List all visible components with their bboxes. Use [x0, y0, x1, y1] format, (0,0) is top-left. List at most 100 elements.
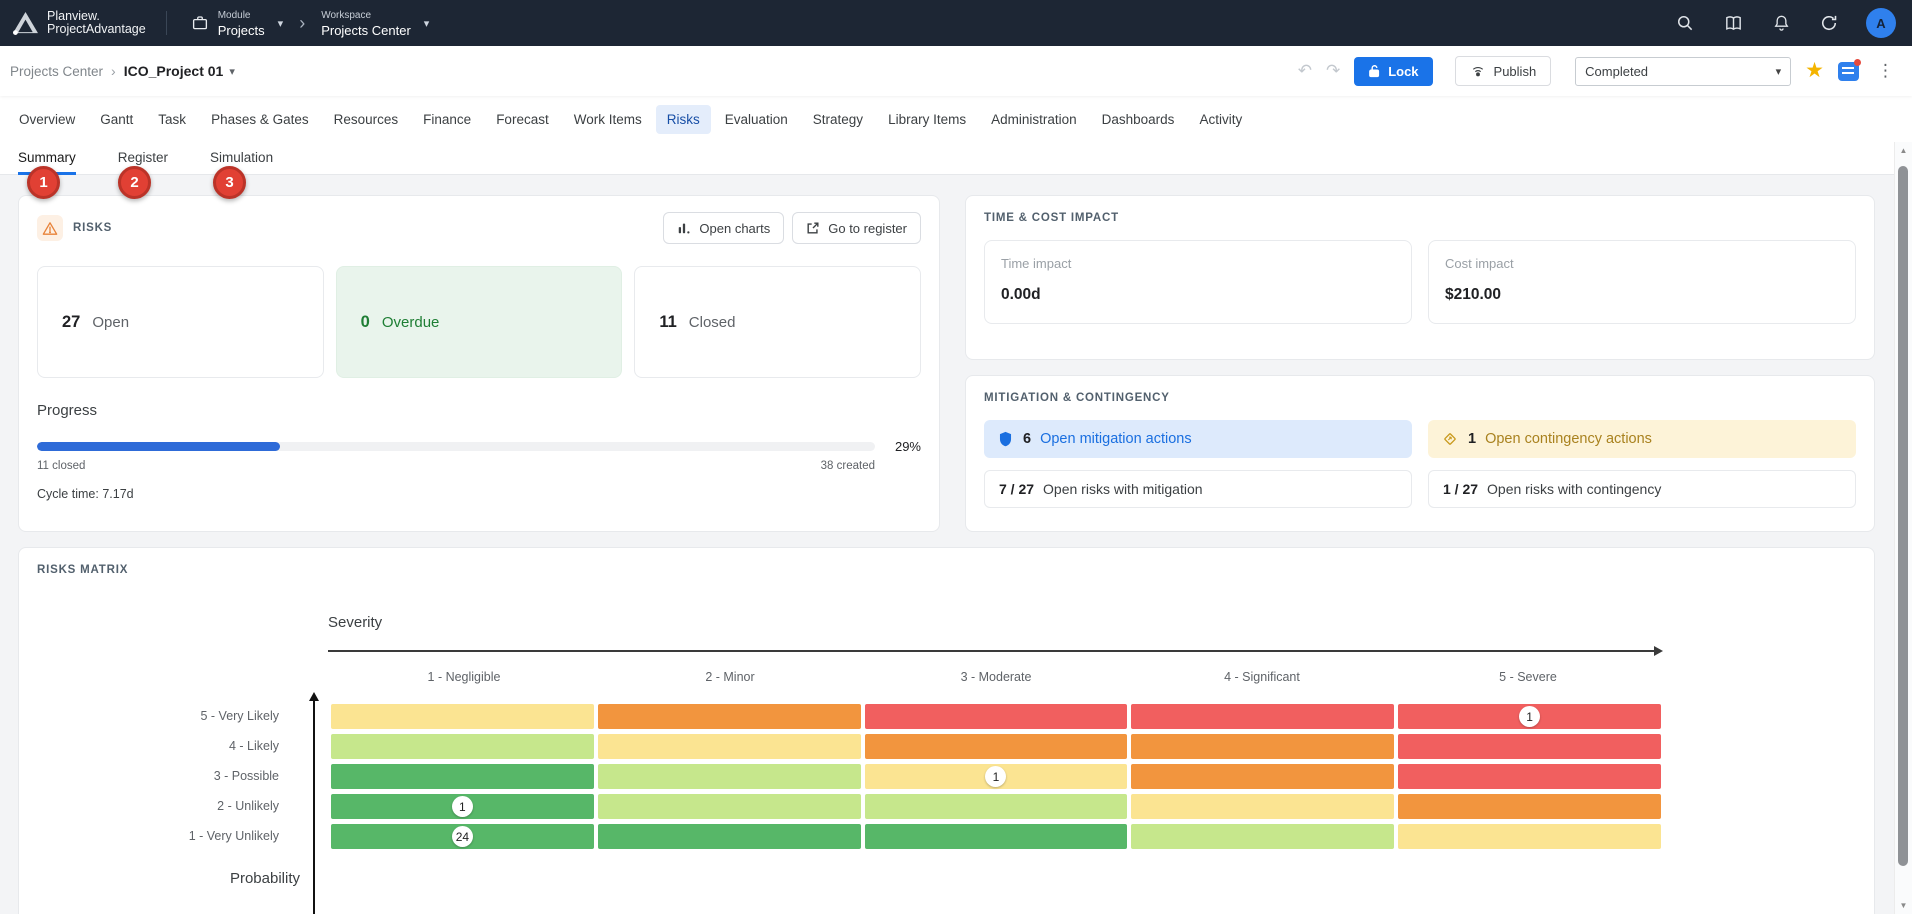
tab-activity[interactable]: Activity — [1188, 105, 1253, 134]
lock-icon — [1368, 64, 1381, 78]
tab-administration[interactable]: Administration — [980, 105, 1088, 134]
matrix-cell[interactable] — [598, 764, 861, 789]
redo-icon[interactable]: ↷ — [1326, 61, 1340, 81]
step-badge-1: 1 — [27, 166, 60, 199]
open-charts-button[interactable]: Open charts — [663, 212, 784, 244]
matrix-cell[interactable] — [598, 794, 861, 819]
ratio-open-risks-with-mitigation[interactable]: 7 / 27Open risks with mitigation — [984, 470, 1412, 508]
avatar[interactable]: A — [1866, 8, 1896, 38]
tab-gantt[interactable]: Gantt — [89, 105, 144, 134]
matrix-cells: 1 — [331, 764, 1661, 789]
matrix-grid: 5 - Very Likely14 - Likely3 - Possible12… — [19, 704, 1661, 854]
matrix-cell[interactable] — [331, 734, 594, 759]
risk-count-badge: 1 — [1519, 706, 1540, 727]
annotation-badges: 123 — [0, 166, 400, 206]
matrix-cell[interactable] — [1398, 734, 1661, 759]
tab-phases-gates[interactable]: Phases & Gates — [200, 105, 320, 134]
matrix-row-2-unlikely: 2 - Unlikely1 — [19, 794, 1661, 819]
scroll-down-arrow[interactable]: ▼ — [1895, 901, 1912, 910]
row-label: 4 - Likely — [19, 734, 296, 759]
matrix-cell[interactable]: 1 — [865, 764, 1128, 789]
comments-icon[interactable] — [1838, 62, 1859, 81]
matrix-cell[interactable] — [598, 704, 861, 729]
book-icon[interactable] — [1722, 12, 1744, 34]
action-open-mitigation-actions[interactable]: 6Open mitigation actions — [984, 420, 1412, 458]
module-selector[interactable]: Module Projects ▾ — [191, 9, 284, 37]
vertical-scrollbar[interactable]: ▲ ▼ — [1894, 142, 1912, 914]
matrix-cell[interactable] — [331, 704, 594, 729]
matrix-cell[interactable]: 1 — [1398, 704, 1661, 729]
risk-stat-cards: 27Open 0 Overdue 11Closed — [37, 266, 921, 378]
workspace-selector[interactable]: Workspace Projects Center ▾ — [321, 9, 429, 37]
chevron-down-icon: ▾ — [278, 17, 284, 30]
diamond-icon — [1442, 431, 1458, 447]
bell-icon[interactable] — [1770, 12, 1792, 34]
mitigation-contingency-panel: MITIGATION & CONTINGENCY 6Open mitigatio… — [965, 375, 1875, 532]
matrix-cell[interactable] — [1131, 704, 1394, 729]
tab-work-items[interactable]: Work Items — [563, 105, 653, 134]
shield-icon — [998, 431, 1013, 447]
chevron-down-icon[interactable]: ▾ — [229, 65, 235, 78]
undo-icon[interactable]: ↶ — [1298, 61, 1312, 81]
scroll-up-arrow[interactable]: ▲ — [1895, 146, 1912, 155]
page-title: ICO_Project 01 — [124, 63, 224, 79]
tab-resources[interactable]: Resources — [323, 105, 410, 134]
matrix-cell[interactable] — [865, 824, 1128, 849]
matrix-cell[interactable] — [865, 734, 1128, 759]
impact-card-cost-impact: Cost impact$210.00 — [1428, 240, 1856, 324]
kebab-menu-icon[interactable]: ⋮ — [1873, 61, 1898, 81]
tab-dashboards[interactable]: Dashboards — [1091, 105, 1186, 134]
tab-overview[interactable]: Overview — [8, 105, 86, 134]
step-badge-2: 2 — [118, 166, 151, 199]
matrix-cell[interactable] — [1398, 794, 1661, 819]
breadcrumb-separator-icon: › — [111, 63, 116, 79]
matrix-cell[interactable]: 1 — [331, 794, 594, 819]
scrollbar-thumb[interactable] — [1898, 166, 1908, 866]
matrix-cell[interactable] — [865, 794, 1128, 819]
matrix-cell[interactable] — [1131, 764, 1394, 789]
ratio-open-risks-with-contingency[interactable]: 1 / 27Open risks with contingency — [1428, 470, 1856, 508]
lock-button[interactable]: Lock — [1354, 57, 1432, 86]
matrix-cell[interactable] — [598, 734, 861, 759]
tab-forecast[interactable]: Forecast — [485, 105, 560, 134]
planview-logo[interactable]: Planview. ProjectAdvantage — [12, 10, 146, 36]
favorite-star-icon[interactable]: ★ — [1805, 61, 1824, 81]
brand-line2: ProjectAdvantage — [47, 23, 146, 36]
chevron-right-icon: › — [299, 13, 305, 34]
search-icon[interactable] — [1674, 12, 1696, 34]
matrix-cell[interactable] — [598, 824, 861, 849]
go-to-register-button[interactable]: Go to register — [792, 212, 921, 244]
matrix-cell[interactable] — [865, 704, 1128, 729]
stat-label: Open — [92, 314, 129, 331]
matrix-cell[interactable] — [331, 764, 594, 789]
column-label-1-negligible: 1 - Negligible — [331, 670, 597, 684]
matrix-cell[interactable] — [1398, 824, 1661, 849]
tab-evaluation[interactable]: Evaluation — [714, 105, 799, 134]
briefcase-icon — [191, 14, 209, 32]
tab-risks[interactable]: Risks — [656, 105, 711, 134]
risk-stat-open[interactable]: 27Open — [37, 266, 324, 378]
risk-stat-overdue[interactable]: 0 Overdue — [336, 266, 623, 378]
refresh-icon[interactable] — [1818, 12, 1840, 34]
risk-stat-closed[interactable]: 11Closed — [634, 266, 921, 378]
stat-value: 0 — [361, 313, 370, 332]
ratio-count: 1 / 27 — [1443, 481, 1478, 497]
matrix-cell[interactable] — [1131, 794, 1394, 819]
ratio-cards: 7 / 27Open risks with mitigation 1 / 27Op… — [984, 470, 1856, 508]
created-count: 38 created — [821, 460, 875, 472]
matrix-cell[interactable] — [1398, 764, 1661, 789]
matrix-cell[interactable] — [1131, 824, 1394, 849]
breadcrumb[interactable]: Projects Center — [10, 64, 103, 79]
tab-library-items[interactable]: Library Items — [877, 105, 977, 134]
matrix-cell[interactable]: 24 — [331, 824, 594, 849]
publish-button[interactable]: Publish — [1455, 56, 1552, 86]
action-open-contingency-actions[interactable]: 1Open contingency actions — [1428, 420, 1856, 458]
tab-finance[interactable]: Finance — [412, 105, 482, 134]
status-select[interactable]: Completed ▾ — [1575, 57, 1791, 86]
module-label: Module — [218, 9, 265, 22]
stat-label: Overdue — [382, 314, 440, 331]
matrix-cell[interactable] — [1131, 734, 1394, 759]
impact-label: Cost impact — [1445, 256, 1839, 271]
tab-strategy[interactable]: Strategy — [802, 105, 874, 134]
tab-task[interactable]: Task — [147, 105, 197, 134]
